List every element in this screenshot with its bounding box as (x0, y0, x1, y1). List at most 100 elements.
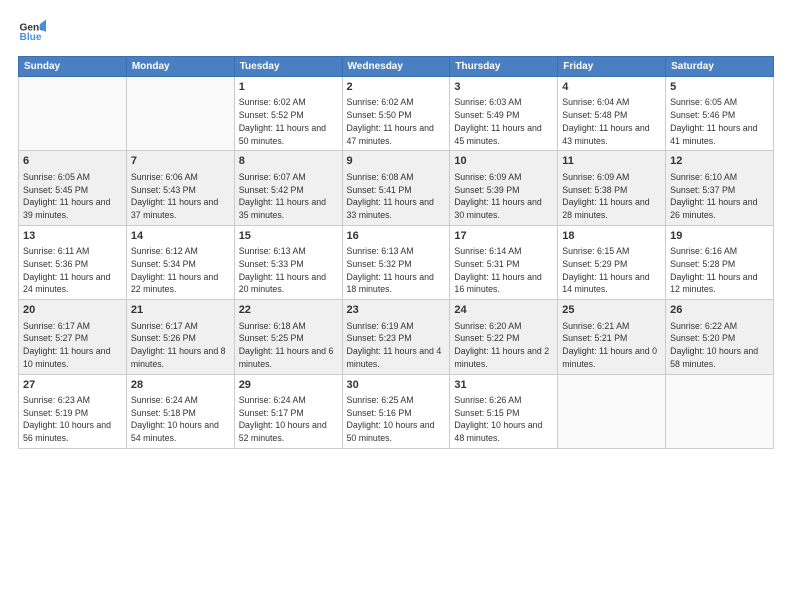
day-number: 19 (670, 229, 769, 244)
day-info: Sunrise: 6:08 AMSunset: 5:41 PMDaylight:… (347, 171, 446, 222)
day-info: Sunrise: 6:13 AMSunset: 5:32 PMDaylight:… (347, 245, 446, 296)
calendar-cell: 27Sunrise: 6:23 AMSunset: 5:19 PMDayligh… (19, 374, 127, 448)
calendar-cell: 19Sunrise: 6:16 AMSunset: 5:28 PMDayligh… (666, 225, 774, 299)
day-number: 6 (23, 154, 122, 169)
day-number: 4 (562, 80, 661, 95)
calendar-cell: 12 Sunrise: 6:10 AMSunset: 5:37 PMDayligh… (666, 151, 774, 225)
day-number: 5 (670, 80, 769, 95)
day-number: 11 (562, 154, 661, 169)
calendar-cell: 26Sunrise: 6:22 AMSunset: 5:20 PMDayligh… (666, 300, 774, 374)
calendar-cell: 13Sunrise: 6:11 AMSunset: 5:36 PMDayligh… (19, 225, 127, 299)
calendar-cell: 31Sunrise: 6:26 AMSunset: 5:15 PMDayligh… (450, 374, 558, 448)
day-number: 12 (670, 154, 769, 169)
calendar-cell (126, 77, 234, 151)
calendar-day-header: Monday (126, 57, 234, 77)
calendar-cell: 18Sunrise: 6:15 AMSunset: 5:29 PMDayligh… (558, 225, 666, 299)
logo-icon: General Blue (18, 18, 46, 46)
day-info: Sunrise: 6:06 AMSunset: 5:43 PMDaylight:… (131, 171, 230, 222)
day-info: Sunrise: 6:24 AMSunset: 5:18 PMDaylight:… (131, 394, 230, 445)
day-number: 24 (454, 303, 553, 318)
calendar-cell: 30Sunrise: 6:25 AMSunset: 5:16 PMDayligh… (342, 374, 450, 448)
day-info: Sunrise: 6:09 AMSunset: 5:39 PMDaylight:… (454, 171, 553, 222)
day-number: 3 (454, 80, 553, 95)
calendar-day-header: Saturday (666, 57, 774, 77)
calendar-cell: 16Sunrise: 6:13 AMSunset: 5:32 PMDayligh… (342, 225, 450, 299)
day-info: Sunrise: 6:04 AMSunset: 5:48 PMDaylight:… (562, 96, 661, 147)
day-number: 30 (347, 378, 446, 393)
day-info: Sunrise: 6:16 AMSunset: 5:28 PMDaylight:… (670, 245, 769, 296)
calendar-day-header: Sunday (19, 57, 127, 77)
day-info: Sunrise: 6:18 AMSunset: 5:25 PMDaylight:… (239, 320, 338, 371)
calendar-cell: 15Sunrise: 6:13 AMSunset: 5:33 PMDayligh… (234, 225, 342, 299)
calendar-cell: 14Sunrise: 6:12 AMSunset: 5:34 PMDayligh… (126, 225, 234, 299)
day-info: Sunrise: 6:14 AMSunset: 5:31 PMDaylight:… (454, 245, 553, 296)
calendar-cell: 9 Sunrise: 6:08 AMSunset: 5:41 PMDaylight… (342, 151, 450, 225)
calendar-week-row: 20Sunrise: 6:17 AMSunset: 5:27 PMDayligh… (19, 300, 774, 374)
calendar-cell (666, 374, 774, 448)
calendar-cell (19, 77, 127, 151)
day-info: Sunrise: 6:21 AMSunset: 5:21 PMDaylight:… (562, 320, 661, 371)
day-info: Sunrise: 6:25 AMSunset: 5:16 PMDaylight:… (347, 394, 446, 445)
logo: General Blue (18, 18, 46, 46)
calendar-cell: 10Sunrise: 6:09 AMSunset: 5:39 PMDayligh… (450, 151, 558, 225)
calendar-week-row: 27Sunrise: 6:23 AMSunset: 5:19 PMDayligh… (19, 374, 774, 448)
calendar-day-header: Friday (558, 57, 666, 77)
day-info: Sunrise: 6:26 AMSunset: 5:15 PMDaylight:… (454, 394, 553, 445)
day-info: Sunrise: 6:20 AMSunset: 5:22 PMDaylight:… (454, 320, 553, 371)
day-info: Sunrise: 6:07 AMSunset: 5:42 PMDaylight:… (239, 171, 338, 222)
day-number: 17 (454, 229, 553, 244)
day-info: Sunrise: 6:17 AMSunset: 5:26 PMDaylight:… (131, 320, 230, 371)
calendar-day-header: Tuesday (234, 57, 342, 77)
day-number: 18 (562, 229, 661, 244)
day-info: Sunrise: 6:02 AMSunset: 5:52 PMDaylight:… (239, 96, 338, 147)
calendar-cell: 1Sunrise: 6:02 AMSunset: 5:52 PMDaylight… (234, 77, 342, 151)
day-number: 25 (562, 303, 661, 318)
day-info: Sunrise: 6:10 AMSunset: 5:37 PMDaylight:… (670, 171, 769, 222)
calendar-week-row: 6 Sunrise: 6:05 AMSunset: 5:45 PMDaylight… (19, 151, 774, 225)
calendar-cell: 20Sunrise: 6:17 AMSunset: 5:27 PMDayligh… (19, 300, 127, 374)
day-number: 23 (347, 303, 446, 318)
day-number: 22 (239, 303, 338, 318)
calendar-day-header: Thursday (450, 57, 558, 77)
calendar-cell: 29Sunrise: 6:24 AMSunset: 5:17 PMDayligh… (234, 374, 342, 448)
calendar-cell: 25 Sunrise: 6:21 AMSunset: 5:21 PMDayligh… (558, 300, 666, 374)
calendar-cell: 28Sunrise: 6:24 AMSunset: 5:18 PMDayligh… (126, 374, 234, 448)
day-number: 16 (347, 229, 446, 244)
calendar-day-header: Wednesday (342, 57, 450, 77)
day-number: 1 (239, 80, 338, 95)
day-number: 21 (131, 303, 230, 318)
day-info: Sunrise: 6:02 AMSunset: 5:50 PMDaylight:… (347, 96, 446, 147)
calendar-cell: 4Sunrise: 6:04 AMSunset: 5:48 PMDaylight… (558, 77, 666, 151)
day-info: Sunrise: 6:19 AMSunset: 5:23 PMDaylight:… (347, 320, 446, 371)
day-number: 7 (131, 154, 230, 169)
calendar-cell: 23 Sunrise: 6:19 AMSunset: 5:23 PMDayligh… (342, 300, 450, 374)
day-number: 8 (239, 154, 338, 169)
calendar-cell: 22 Sunrise: 6:18 AMSunset: 5:25 PMDayligh… (234, 300, 342, 374)
day-info: Sunrise: 6:24 AMSunset: 5:17 PMDaylight:… (239, 394, 338, 445)
day-info: Sunrise: 6:23 AMSunset: 5:19 PMDaylight:… (23, 394, 122, 445)
day-info: Sunrise: 6:12 AMSunset: 5:34 PMDaylight:… (131, 245, 230, 296)
day-number: 2 (347, 80, 446, 95)
calendar-cell: 5Sunrise: 6:05 AMSunset: 5:46 PMDaylight… (666, 77, 774, 151)
calendar-cell (558, 374, 666, 448)
day-number: 13 (23, 229, 122, 244)
calendar-header-row: SundayMondayTuesdayWednesdayThursdayFrid… (19, 57, 774, 77)
calendar-cell: 21 Sunrise: 6:17 AMSunset: 5:26 PMDayligh… (126, 300, 234, 374)
calendar-cell: 11Sunrise: 6:09 AMSunset: 5:38 PMDayligh… (558, 151, 666, 225)
day-info: Sunrise: 6:05 AMSunset: 5:45 PMDaylight:… (23, 171, 122, 222)
calendar-week-row: 13Sunrise: 6:11 AMSunset: 5:36 PMDayligh… (19, 225, 774, 299)
day-number: 14 (131, 229, 230, 244)
day-info: Sunrise: 6:11 AMSunset: 5:36 PMDaylight:… (23, 245, 122, 296)
day-number: 28 (131, 378, 230, 393)
calendar-cell: 24 Sunrise: 6:20 AMSunset: 5:22 PMDayligh… (450, 300, 558, 374)
calendar-cell: 8 Sunrise: 6:07 AMSunset: 5:42 PMDaylight… (234, 151, 342, 225)
calendar-week-row: 1Sunrise: 6:02 AMSunset: 5:52 PMDaylight… (19, 77, 774, 151)
day-number: 29 (239, 378, 338, 393)
calendar-cell: 3Sunrise: 6:03 AMSunset: 5:49 PMDaylight… (450, 77, 558, 151)
svg-text:Blue: Blue (20, 32, 42, 43)
day-number: 9 (347, 154, 446, 169)
day-info: Sunrise: 6:15 AMSunset: 5:29 PMDaylight:… (562, 245, 661, 296)
day-info: Sunrise: 6:13 AMSunset: 5:33 PMDaylight:… (239, 245, 338, 296)
page-header: General Blue (18, 18, 774, 46)
day-info: Sunrise: 6:03 AMSunset: 5:49 PMDaylight:… (454, 96, 553, 147)
